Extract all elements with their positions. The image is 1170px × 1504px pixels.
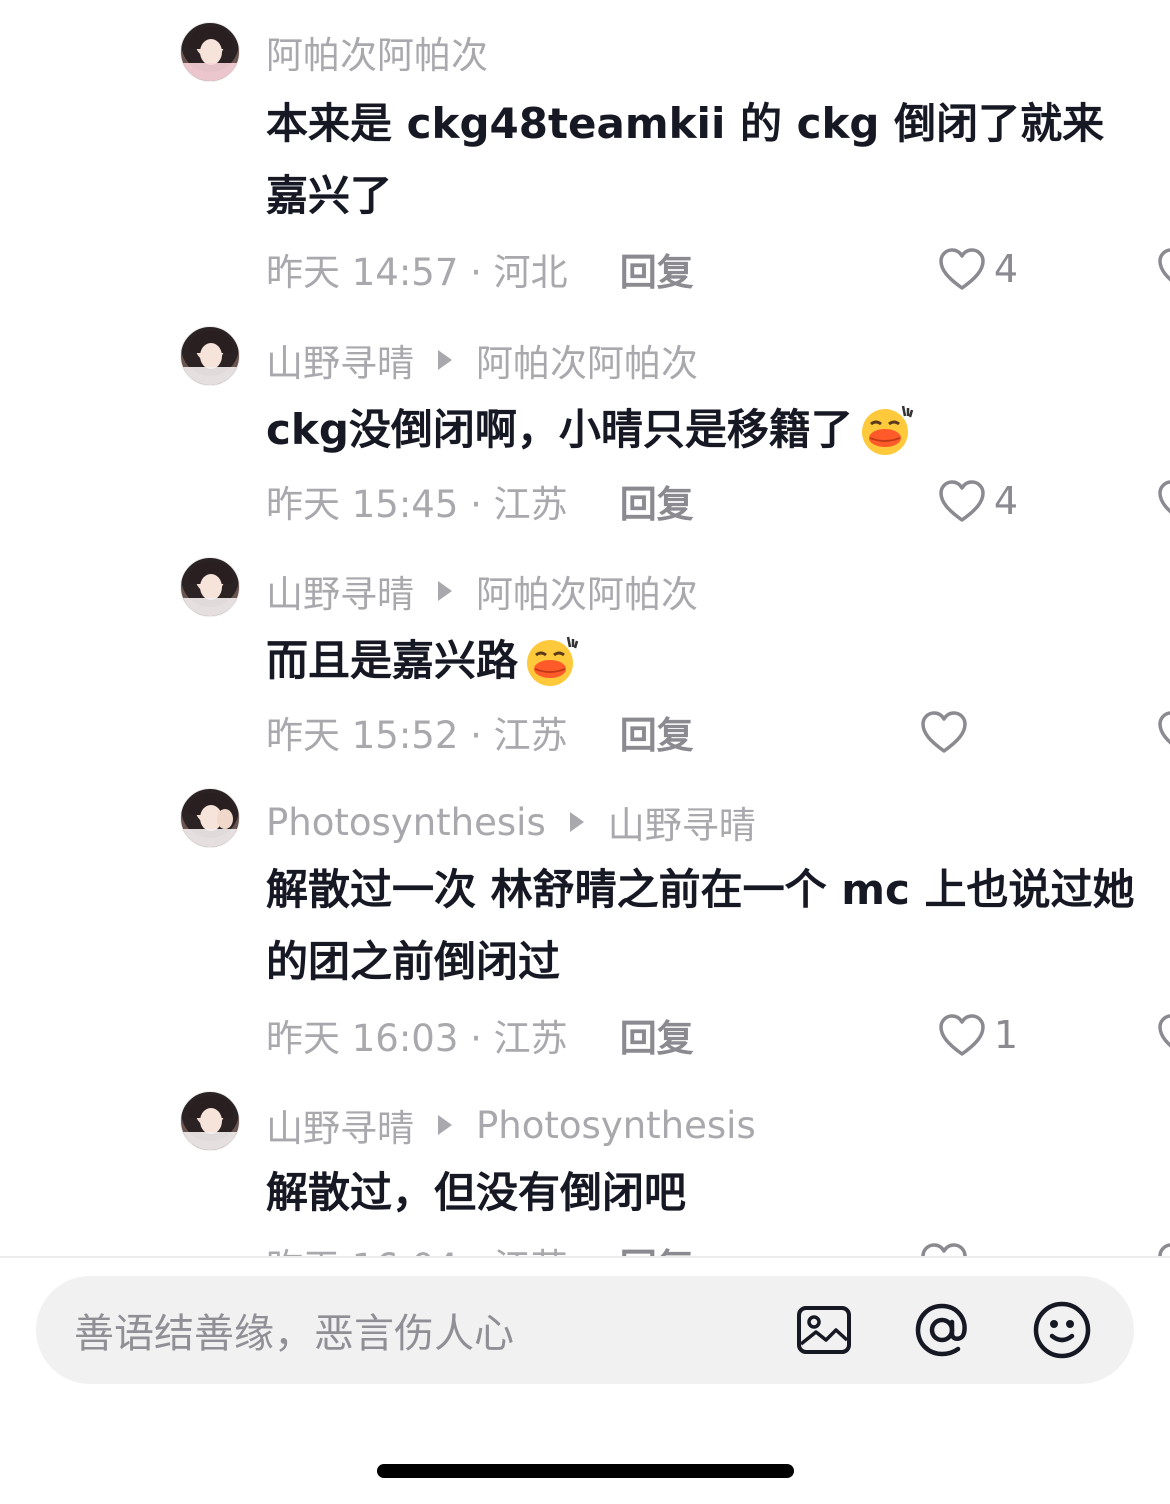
author-name[interactable]: 山野寻晴 [266, 564, 414, 618]
like-button[interactable]: 4 [938, 476, 1018, 526]
avatar[interactable] [180, 326, 240, 386]
comment-text-row: ckg没倒闭啊，小晴只是移籍了 [266, 394, 1136, 466]
reply-button[interactable]: 回复 [620, 1237, 694, 1256]
comment-meta: 昨天 14:57 · 河北 回复 4 [266, 242, 1170, 296]
comment-time-location: 昨天 15:45 · 江苏 [266, 483, 568, 526]
reply-arrow-icon [569, 812, 584, 832]
heart-icon [939, 248, 985, 290]
comment-text: 解散过，但没有倒闭吧 [266, 1168, 687, 1217]
comment-header: Photosynthesis 山野寻晴 [266, 796, 756, 848]
comment-feed: 阿帕次阿帕次 本来是 ckg48teamkii 的 ckg 倒闭了就来嘉兴了 昨… [0, 0, 1170, 1256]
broken-heart-icon[interactable] [1157, 1241, 1170, 1256]
avatar[interactable] [180, 788, 240, 848]
at-mention-icon[interactable] [912, 1300, 972, 1360]
comment-meta: 昨天 15:45 · 江苏 回复 4 [266, 474, 1170, 528]
comment-text: 而且是嘉兴路 [266, 636, 519, 685]
comment-item: 山野寻晴 阿帕次阿帕次 而且是嘉兴路 昨天 15:52 · 江苏 回复 [180, 557, 1170, 767]
reply-to-name[interactable]: 山野寻晴 [608, 795, 756, 849]
author-name[interactable]: Photosynthesis [266, 801, 546, 844]
comment-text: 本来是 ckg48teamkii 的 ckg 倒闭了就来嘉兴了 [266, 99, 1105, 220]
author-name[interactable]: 山野寻晴 [266, 1098, 414, 1152]
comment-text-row: 而且是嘉兴路 [266, 625, 1136, 697]
avatar[interactable] [180, 22, 240, 82]
author-name[interactable]: 阿帕次阿帕次 [266, 25, 488, 79]
comment-item: 阿帕次阿帕次 本来是 ckg48teamkii 的 ckg 倒闭了就来嘉兴了 昨… [180, 22, 1170, 312]
author-name[interactable]: 山野寻晴 [266, 333, 414, 387]
comment-text: ckg没倒闭啊，小晴只是移籍了 [266, 405, 853, 454]
comment-item: 山野寻晴 阿帕次阿帕次 ckg没倒闭啊，小晴只是移籍了 昨天 15:45 · 江… [180, 326, 1170, 536]
like-button[interactable] [920, 707, 996, 757]
broken-heart-icon[interactable] [1157, 478, 1170, 524]
like-count: 1 [993, 1013, 1018, 1057]
reply-button[interactable]: 回复 [620, 705, 694, 759]
reply-to-name[interactable]: 阿帕次阿帕次 [476, 564, 698, 618]
comment-header: 山野寻晴 阿帕次阿帕次 [266, 334, 698, 386]
comment-item: Photosynthesis 山野寻晴 解散过一次 林舒晴之前在一个 mc 上也… [180, 788, 1170, 1078]
reply-button[interactable]: 回复 [620, 242, 694, 296]
comment-header: 阿帕次阿帕次 [266, 26, 488, 78]
heart-icon [939, 480, 985, 522]
reply-to-name[interactable]: 阿帕次阿帕次 [476, 333, 698, 387]
heart-icon [939, 1014, 985, 1056]
reply-button[interactable]: 回复 [620, 1008, 694, 1062]
broken-heart-icon[interactable] [1157, 1012, 1170, 1058]
comment-item: 山野寻晴 Photosynthesis 解散过，但没有倒闭吧 昨天 16:04 … [180, 1091, 1170, 1256]
like-count: 4 [993, 247, 1018, 291]
reply-to-name[interactable]: Photosynthesis [476, 1104, 756, 1147]
comment-meta: 昨天 16:04 · 江苏 回复 [266, 1237, 1170, 1256]
like-button[interactable] [920, 1239, 996, 1256]
smirk-lips-emoji-icon [527, 636, 579, 686]
comment-meta: 昨天 16:03 · 江苏 回复 1 [266, 1008, 1170, 1062]
like-count: 4 [993, 479, 1018, 523]
reply-arrow-icon [438, 350, 452, 370]
home-indicator[interactable] [377, 1464, 794, 1478]
heart-icon [921, 1243, 967, 1256]
emoji-icon[interactable] [1032, 1300, 1092, 1360]
reply-button[interactable]: 回复 [620, 474, 694, 528]
comment-time-location: 昨天 16:04 · 江苏 [266, 1237, 568, 1256]
smirk-lips-emoji-icon [861, 405, 914, 455]
like-button[interactable]: 1 [938, 1010, 1018, 1060]
comment-composer: 善语结善缘，恶言伤人心 [0, 1258, 1170, 1504]
image-icon[interactable] [794, 1300, 854, 1360]
comment-input[interactable]: 善语结善缘，恶言伤人心 [36, 1276, 1134, 1384]
like-button[interactable]: 4 [938, 244, 1018, 294]
broken-heart-icon[interactable] [1157, 709, 1170, 755]
comment-time-location: 昨天 15:52 · 江苏 [266, 714, 568, 757]
avatar[interactable] [180, 557, 240, 617]
heart-icon [921, 711, 967, 753]
reply-arrow-icon [438, 581, 452, 601]
broken-heart-icon[interactable] [1157, 246, 1170, 292]
comment-input-placeholder: 善语结善缘，恶言伤人心 [74, 1311, 514, 1357]
comment-time-location: 昨天 14:57 · 河北 [266, 251, 568, 294]
comment-header: 山野寻晴 Photosynthesis [266, 1099, 756, 1151]
reply-arrow-icon [438, 1115, 452, 1135]
comment-header: 山野寻晴 阿帕次阿帕次 [266, 565, 698, 617]
comment-time-location: 昨天 16:03 · 江苏 [266, 1017, 568, 1060]
comment-text: 解散过一次 林舒晴之前在一个 mc 上也说过她的团之前倒闭过 [266, 865, 1135, 986]
comment-meta: 昨天 15:52 · 江苏 回复 [266, 705, 1170, 759]
avatar[interactable] [180, 1091, 240, 1151]
